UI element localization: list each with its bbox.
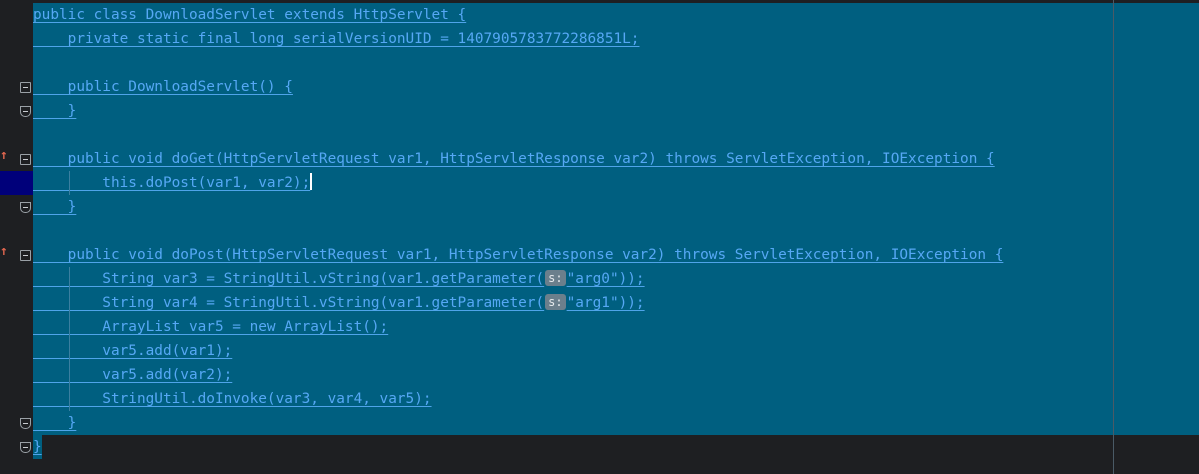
code-line[interactable]: } bbox=[33, 99, 1199, 123]
code-line-text: "arg0")); bbox=[566, 271, 645, 287]
fold-icon[interactable] bbox=[20, 106, 31, 117]
code-line[interactable]: } bbox=[33, 411, 1199, 435]
code-line-text: var5.add(var1); bbox=[33, 343, 233, 359]
indent-guide bbox=[69, 315, 70, 339]
code-line[interactable] bbox=[33, 123, 1199, 147]
code-line[interactable]: public void doPost(HttpServletRequest va… bbox=[33, 243, 1199, 267]
code-line-text: public class DownloadServlet extends Htt… bbox=[33, 7, 467, 23]
override-icon[interactable]: ↑ bbox=[0, 149, 8, 163]
code-line[interactable] bbox=[33, 51, 1199, 75]
code-line-text: } bbox=[33, 103, 77, 119]
code-line-text: var5.add(var2); bbox=[33, 367, 233, 383]
text-caret bbox=[310, 173, 313, 190]
code-line[interactable]: public class DownloadServlet extends Htt… bbox=[33, 3, 1199, 27]
code-line[interactable]: public DownloadServlet() { bbox=[33, 75, 1199, 99]
code-line[interactable]: String var4 = StringUtil.vString(var1.ge… bbox=[33, 291, 1199, 315]
indent-guide bbox=[69, 363, 70, 387]
code-line-text: String var4 = StringUtil.vString(var1.ge… bbox=[33, 295, 545, 311]
code-line[interactable]: this.doPost(var1, var2); bbox=[33, 171, 1199, 195]
code-line[interactable]: ArrayList var5 = new ArrayList(); bbox=[33, 315, 1199, 339]
code-editor[interactable]: ↑ ↑ public class DownloadServlet extends… bbox=[0, 0, 1199, 474]
code-line-text: } bbox=[33, 415, 77, 431]
fold-icon[interactable] bbox=[20, 442, 31, 453]
code-line-text: public void doGet(HttpServletRequest var… bbox=[33, 151, 995, 167]
code-line-text: "arg1")); bbox=[566, 295, 645, 311]
code-line[interactable]: private static final long serialVersionU… bbox=[33, 27, 1199, 51]
code-line[interactable]: public void doGet(HttpServletRequest var… bbox=[33, 147, 1199, 171]
code-line[interactable]: String var3 = StringUtil.vString(var1.ge… bbox=[33, 267, 1199, 291]
code-line[interactable]: var5.add(var1); bbox=[33, 339, 1199, 363]
code-line-text: } bbox=[33, 199, 77, 215]
override-icon[interactable]: ↑ bbox=[0, 245, 8, 259]
indent-guide bbox=[69, 291, 70, 315]
parameter-name-hint: s: bbox=[545, 270, 566, 286]
fold-icon[interactable] bbox=[20, 418, 31, 429]
indent-guide bbox=[69, 267, 70, 291]
code-line-text: this.doPost(var1, var2); bbox=[33, 175, 311, 191]
code-line[interactable] bbox=[33, 219, 1199, 243]
parameter-name-hint: s: bbox=[545, 294, 566, 310]
indent-guide bbox=[69, 387, 70, 411]
code-line-text: private static final long serialVersionU… bbox=[33, 31, 640, 47]
code-line-text: String var3 = StringUtil.vString(var1.ge… bbox=[33, 271, 545, 287]
indent-guide bbox=[69, 171, 70, 195]
code-area[interactable]: public class DownloadServlet extends Htt… bbox=[33, 3, 1199, 459]
current-line-gutter-highlight bbox=[0, 171, 33, 195]
fold-icon[interactable] bbox=[20, 154, 31, 165]
code-line-text: StringUtil.doInvoke(var3, var4, var5); bbox=[33, 391, 432, 407]
code-line[interactable]: } bbox=[33, 435, 1199, 459]
editor-gutter[interactable] bbox=[0, 0, 33, 474]
indent-guide bbox=[69, 339, 70, 363]
fold-icon[interactable] bbox=[20, 82, 31, 93]
code-line[interactable]: } bbox=[33, 195, 1199, 219]
code-line-text: ArrayList var5 = new ArrayList(); bbox=[33, 319, 389, 335]
code-line[interactable]: StringUtil.doInvoke(var3, var4, var5); bbox=[33, 387, 1199, 411]
fold-icon[interactable] bbox=[20, 202, 31, 213]
code-line-text: } bbox=[33, 439, 42, 455]
code-line-text: public void doPost(HttpServletRequest va… bbox=[33, 247, 1004, 263]
code-line-text: public DownloadServlet() { bbox=[33, 79, 293, 95]
code-line[interactable]: var5.add(var2); bbox=[33, 363, 1199, 387]
fold-icon[interactable] bbox=[20, 250, 31, 261]
